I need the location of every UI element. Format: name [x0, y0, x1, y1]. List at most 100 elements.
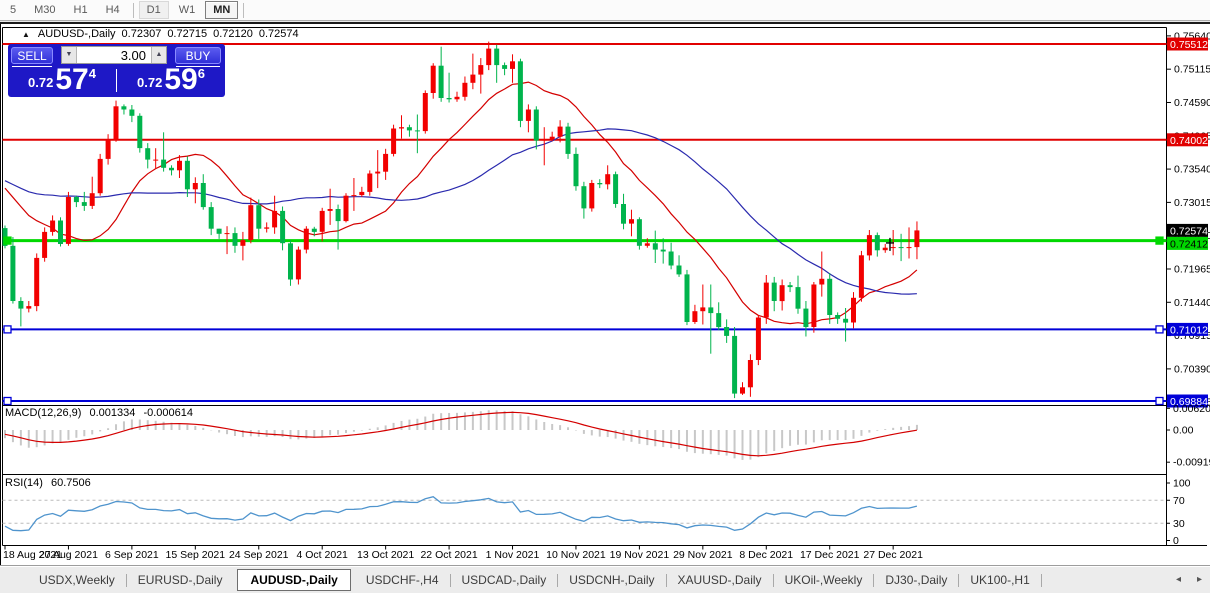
- svg-text:1 Nov 2021: 1 Nov 2021: [486, 549, 540, 561]
- svg-text:0.75512: 0.75512: [1170, 39, 1208, 51]
- tab-dj30-daily[interactable]: DJ30-,Daily: [874, 569, 958, 591]
- svg-text:0.71440: 0.71440: [1174, 297, 1210, 309]
- svg-text:27 Aug 2021: 27 Aug 2021: [39, 549, 98, 561]
- sell-price-big: 57: [55, 67, 88, 93]
- sell-price-prefix: 0.72: [28, 75, 53, 90]
- svg-text:0.72574: 0.72574: [1170, 225, 1208, 237]
- line-handle[interactable]: [4, 398, 11, 405]
- tab-usdchf-h4[interactable]: USDCHF-,H4: [355, 569, 450, 591]
- buy-price-prefix: 0.72: [137, 75, 162, 90]
- ma-34-line: [5, 129, 917, 294]
- tab-eurusd-daily[interactable]: EURUSD-,Daily: [127, 569, 234, 591]
- period-button-w1[interactable]: W1: [171, 1, 204, 19]
- macd-main: 0.001334: [89, 407, 135, 419]
- svg-text:0.71965: 0.71965: [1174, 264, 1210, 276]
- line-handle[interactable]: [1156, 237, 1163, 244]
- line-handles[interactable]: [4, 237, 1163, 404]
- svg-text:0.73015: 0.73015: [1174, 197, 1210, 209]
- period-button-h1[interactable]: H1: [66, 1, 96, 19]
- toolbar-separator: [243, 3, 244, 18]
- svg-text:0.006201: 0.006201: [1173, 403, 1210, 415]
- svg-text:0.00: 0.00: [1173, 425, 1194, 437]
- period-button-h4[interactable]: H4: [98, 1, 128, 19]
- buy-price-sup: 6: [198, 66, 205, 81]
- window-edge: [0, 20, 1210, 24]
- buy-price-big: 59: [164, 67, 197, 93]
- svg-text:100: 100: [1173, 478, 1191, 490]
- sell-price[interactable]: 0.72 57 4: [8, 65, 116, 97]
- svg-text:0.71012: 0.71012: [1170, 324, 1208, 336]
- svg-text:22 Oct 2021: 22 Oct 2021: [420, 549, 477, 561]
- period-toolbar: 5 M30 H1 H4 D1 W1 MN: [0, 0, 1210, 20]
- rsi-value: 60.7506: [51, 477, 91, 489]
- rsi-pane: [3, 497, 1167, 531]
- period-button-m30[interactable]: M30: [26, 1, 63, 19]
- tab-ukoil-weekly[interactable]: UKOil-,Weekly: [774, 569, 874, 591]
- price-axis: 0.756400.751150.745900.740650.735400.730…: [1167, 30, 1210, 547]
- line-handle[interactable]: [1156, 398, 1163, 405]
- ohlc-low: 0.72120: [213, 28, 253, 40]
- macd-name: MACD(12,26,9): [5, 407, 81, 419]
- svg-text:0.74002: 0.74002: [1170, 135, 1208, 147]
- sell-button[interactable]: SELL: [11, 47, 53, 64]
- ohlc-close: 0.72574: [259, 28, 299, 40]
- svg-text:27 Dec 2021: 27 Dec 2021: [863, 549, 923, 561]
- toolbar-separator: [133, 3, 134, 18]
- svg-text:10 Nov 2021: 10 Nov 2021: [546, 549, 606, 561]
- tab-usdx-weekly[interactable]: USDX,Weekly: [28, 569, 126, 591]
- chart-symbol: AUDUSD-,Daily: [38, 28, 116, 40]
- svg-text:0.75115: 0.75115: [1174, 64, 1210, 76]
- tab-scroll-right-icon[interactable]: ▸: [1197, 574, 1202, 585]
- pane-borders: [1, 22, 1208, 566]
- rsi-indicator-label: RSI(14) 60.7506: [5, 477, 96, 489]
- macd-signal: -0.000614: [143, 407, 193, 419]
- svg-text:4 Oct 2021: 4 Oct 2021: [297, 549, 349, 561]
- svg-text:-0.009197: -0.009197: [1173, 457, 1210, 469]
- rsi-line: [5, 497, 917, 531]
- period-button-d1[interactable]: D1: [139, 1, 169, 19]
- macd-indicator-label: MACD(12,26,9) 0.001334 -0.000614: [5, 407, 198, 419]
- sell-price-sup: 4: [89, 66, 96, 81]
- period-button-mn[interactable]: MN: [205, 1, 238, 19]
- ohlc-open: 0.72307: [122, 28, 162, 40]
- date-axis: 18 Aug 202127 Aug 20216 Sep 202115 Sep 2…: [3, 546, 923, 561]
- chart-title: ▲ AUDUSD-,Daily 0.72307 0.72715 0.72120 …: [22, 28, 299, 40]
- horizontal-line-objects[interactable]: [3, 44, 1167, 401]
- volume-input[interactable]: 3.00: [77, 47, 151, 63]
- line-handle[interactable]: [4, 326, 11, 333]
- svg-text:0.73540: 0.73540: [1174, 164, 1210, 176]
- svg-text:24 Sep 2021: 24 Sep 2021: [229, 549, 289, 561]
- svg-text:0.70390: 0.70390: [1174, 363, 1210, 375]
- svg-text:0.72412: 0.72412: [1170, 238, 1208, 250]
- svg-text:8 Dec 2021: 8 Dec 2021: [739, 549, 793, 561]
- svg-text:0: 0: [1173, 535, 1179, 547]
- svg-text:6 Sep 2021: 6 Sep 2021: [105, 549, 159, 561]
- tab-usdcad-daily[interactable]: USDCAD-,Daily: [451, 569, 558, 591]
- line-handle[interactable]: [1156, 326, 1163, 333]
- tab-uk100-h1[interactable]: UK100-,H1: [959, 569, 1040, 591]
- svg-text:30: 30: [1173, 518, 1185, 530]
- svg-text:17 Dec 2021: 17 Dec 2021: [800, 549, 860, 561]
- one-click-trading-panel: SELL ▼ 3.00 ▲ BUY 0.72 57 4 0.72 59 6: [8, 44, 225, 97]
- tab-usdcnh-daily[interactable]: USDCNH-,Daily: [558, 569, 665, 591]
- svg-text:15 Sep 2021: 15 Sep 2021: [166, 549, 226, 561]
- volume-spinner: ▼ 3.00 ▲: [61, 46, 167, 64]
- chart-tabbar: USDX,Weekly EURUSD-,Daily AUDUSD-,Daily …: [0, 566, 1210, 593]
- line-handle[interactable]: [4, 237, 11, 244]
- buy-price[interactable]: 0.72 59 6: [117, 65, 225, 97]
- volume-increase-icon[interactable]: ▲: [151, 47, 166, 63]
- panel-collapse-icon[interactable]: ▲: [22, 30, 30, 39]
- ohlc-high: 0.72715: [167, 28, 207, 40]
- svg-text:29 Nov 2021: 29 Nov 2021: [673, 549, 733, 561]
- rsi-name: RSI(14): [5, 477, 43, 489]
- period-button-m5[interactable]: 5: [2, 1, 24, 19]
- svg-text:19 Nov 2021: 19 Nov 2021: [610, 549, 670, 561]
- volume-decrease-icon[interactable]: ▼: [62, 47, 77, 63]
- buy-button[interactable]: BUY: [175, 47, 221, 64]
- tab-scroll-left-icon[interactable]: ◂: [1176, 574, 1181, 585]
- tab-separator: [1041, 574, 1042, 587]
- tab-audusd-daily[interactable]: AUDUSD-,Daily: [237, 569, 350, 591]
- svg-text:70: 70: [1173, 495, 1185, 507]
- tab-xauusd-daily[interactable]: XAUUSD-,Daily: [667, 569, 773, 591]
- svg-text:0.74590: 0.74590: [1174, 97, 1210, 109]
